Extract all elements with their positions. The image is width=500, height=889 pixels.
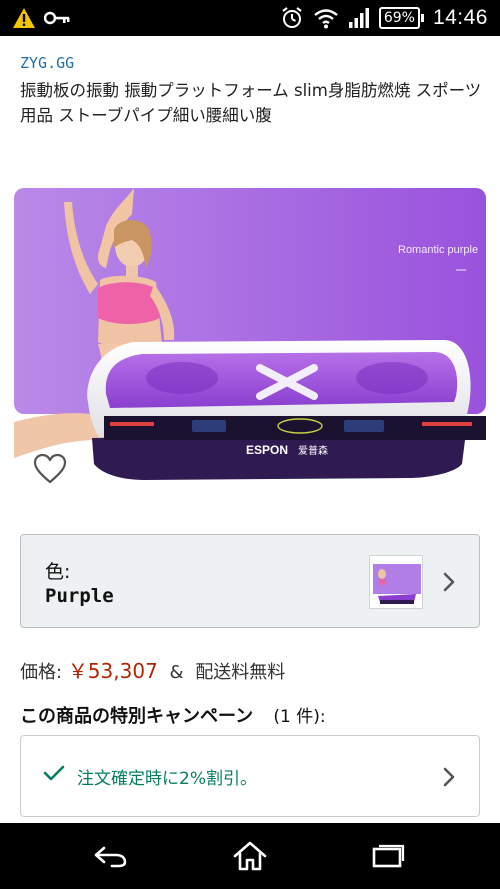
home-button[interactable] (228, 837, 272, 875)
checkmark-icon (43, 765, 65, 781)
heart-icon[interactable] (32, 452, 68, 488)
promo-offer[interactable]: 注文確定時に2%割引。 (20, 735, 480, 817)
device-brand-text: ESPON (246, 443, 288, 457)
back-button[interactable] (88, 837, 132, 875)
battery-percent: 69% (378, 7, 420, 29)
campaign-heading: この商品の特別キャンペーン (1 件): (20, 702, 326, 728)
status-icons: 69% 14:46 (280, 0, 488, 36)
color-thumbnail (369, 555, 423, 609)
promo-text: 注文確定時に2%割引。 (77, 769, 257, 789)
shipping-text: 配送料無料 (195, 662, 286, 683)
color-selector[interactable]: 色: Purple (20, 534, 480, 628)
home-icon (233, 841, 267, 871)
image-caption: Romantic purple (398, 244, 479, 256)
back-icon (94, 846, 127, 868)
campaign-title: この商品の特別キャンペーン (20, 706, 254, 727)
chevron-right-icon (443, 572, 455, 592)
price-line: 価格: ￥53,307 & 配送料無料 (20, 655, 285, 684)
status-clock: 14:46 (432, 6, 488, 29)
color-label: 色: (45, 561, 71, 583)
product-image[interactable]: ESPON 爱普森 Romantic purple (14, 188, 486, 510)
battery-indicator: 69% (378, 7, 424, 29)
cell-signal-icon (348, 8, 369, 28)
navigation-bar (0, 823, 500, 889)
vibration-platform: ESPON 爱普森 (87, 340, 486, 480)
color-value: Purple (45, 585, 114, 607)
price-amount: ￥53,307 (67, 659, 158, 683)
recent-apps-button[interactable] (366, 837, 410, 875)
recent-apps-icon (372, 844, 405, 868)
warning-triangle-icon (13, 8, 35, 28)
alarm-clock-icon (282, 7, 302, 28)
status-bar: 69% 14:46 (0, 0, 500, 36)
brand-link[interactable]: ZYG.GG (20, 54, 74, 72)
product-title: 振動板の振動 振動プラットフォーム slim身脂肪燃焼 スポーツ用品 ストーブパ… (20, 81, 482, 125)
price-label: 価格: (20, 662, 63, 683)
campaign-count: (1 件): (273, 707, 326, 727)
chevron-right-icon (443, 767, 455, 787)
vpn-key-icon (44, 11, 70, 25)
device-brand-suffix: 爱普森 (298, 444, 328, 457)
wifi-icon (314, 9, 338, 29)
price-amp: & (169, 662, 184, 683)
